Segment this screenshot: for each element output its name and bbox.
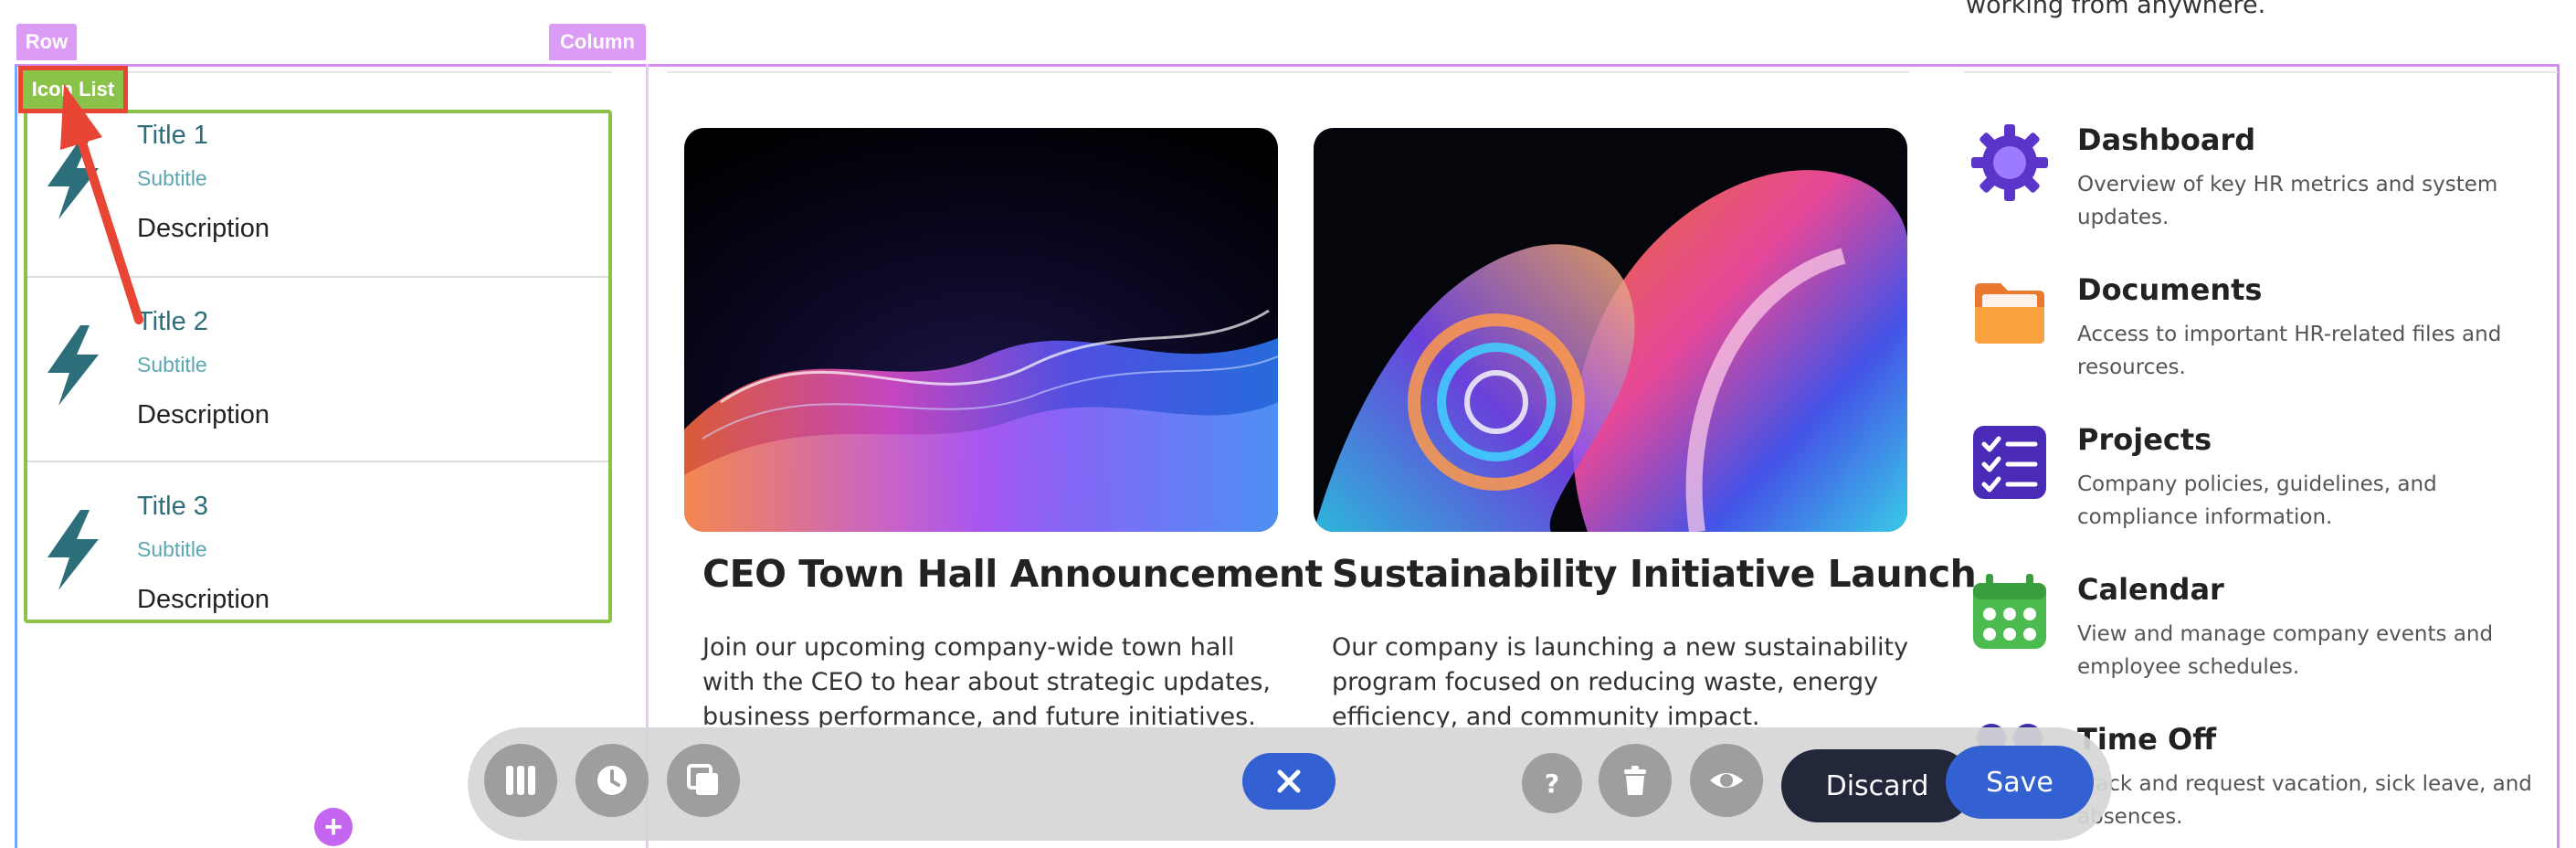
nav-item-title: Calendar (2077, 572, 2224, 607)
help-icon: ? (1545, 768, 1559, 799)
discard-button[interactable]: Discard (1781, 749, 1973, 822)
nav-item-title: Projects (2077, 422, 2212, 457)
nav-item-title: Documents (2077, 272, 2263, 307)
card-text: Join our upcoming company-wide town hall… (702, 633, 1271, 731)
checklist-icon (1973, 426, 2046, 499)
lightning-bolt-icon (48, 510, 99, 590)
close-icon (1277, 769, 1301, 793)
nav-item-projects[interactable]: Projects Company policies, guidelines, a… (1969, 422, 2554, 568)
card-text: Our company is launching a new sustainab… (1332, 633, 1909, 731)
list-item-title: Title 3 (137, 492, 208, 521)
card-image-abstract-swirl[interactable] (1314, 128, 1907, 532)
calendar-icon (1973, 574, 2046, 649)
gear-icon (1971, 124, 2048, 201)
nav-item-title: Dashboard (2077, 122, 2256, 157)
card-image-abstract-wave[interactable] (684, 128, 1278, 532)
help-button[interactable]: ? (1522, 753, 1582, 813)
lightning-bolt-icon (48, 325, 99, 406)
trash-icon (1624, 766, 1646, 795)
delete-button[interactable] (1599, 744, 1672, 817)
columns-button[interactable] (484, 744, 557, 817)
column-top-rule (667, 71, 1909, 73)
svg-text:?: ? (1545, 768, 1559, 799)
page-editor: working from anywhere. Row Column Title … (0, 0, 2576, 848)
card-title: Sustainability Initiative Launch (1332, 552, 1977, 596)
close-button[interactable] (1242, 753, 1336, 810)
nav-item-documents[interactable]: Documents Access to important HR-related… (1969, 272, 2554, 419)
nav-item-description: Company policies, guidelines, and compli… (2077, 472, 2437, 529)
list-item-subtitle: Subtitle (137, 537, 207, 561)
nav-item-description: View and manage company events and emplo… (2077, 622, 2494, 679)
save-button[interactable]: Save (1946, 746, 2094, 819)
list-item-description: Description (137, 400, 270, 429)
list-item-description: Description (137, 585, 270, 614)
preview-button[interactable] (1690, 744, 1763, 817)
preview-eye-icon (1710, 773, 1743, 788)
column-top-rule (1964, 71, 2558, 73)
history-icon (597, 766, 627, 795)
annotation-arrow-icon (60, 84, 143, 324)
nav-item-description: Track and request vacation, sick leave, … (2077, 772, 2532, 829)
add-element-button[interactable]: + (314, 808, 353, 846)
nav-item-dashboard[interactable]: Dashboard Overview of key HR metrics and… (1969, 122, 2554, 269)
list-divider (27, 461, 608, 462)
folder-icon (1975, 283, 2044, 344)
nav-item-description: Access to important HR-related files and… (2077, 323, 2502, 379)
duplicate-icon (687, 764, 718, 795)
history-button[interactable] (575, 744, 649, 817)
list-item[interactable]: Title 3 Subtitle Description (27, 484, 608, 670)
nav-item-description: Overview of key HR metrics and system up… (2077, 173, 2498, 229)
card-title: CEO Town Hall Announcement (702, 552, 1323, 596)
editor-toolbar: ? Discard Save (468, 727, 2112, 841)
columns-icon (506, 766, 535, 795)
plus-icon: + (324, 810, 343, 844)
top-snippet-text: working from anywhere. (1966, 0, 2266, 19)
nav-item-calendar[interactable]: Calendar View and manage company events … (1969, 572, 2554, 718)
list-item-subtitle: Subtitle (137, 353, 207, 376)
column-tag[interactable]: Column (549, 24, 646, 60)
duplicate-button[interactable] (667, 744, 740, 817)
